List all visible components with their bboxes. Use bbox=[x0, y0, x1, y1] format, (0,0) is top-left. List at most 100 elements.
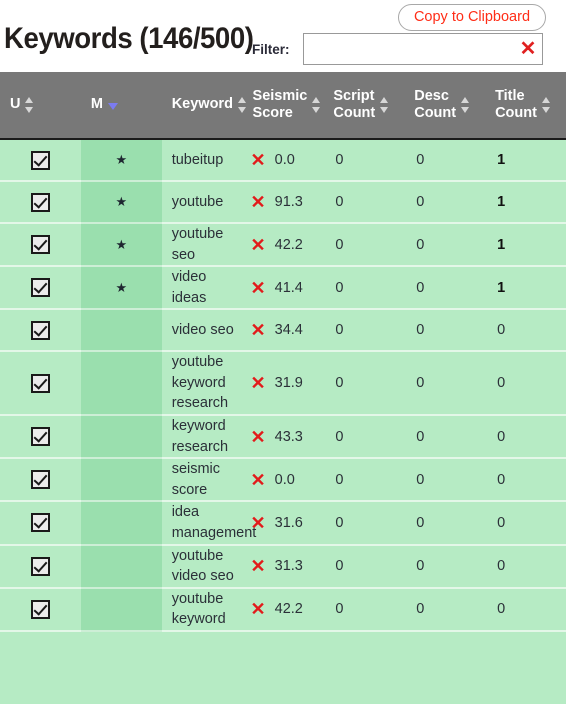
table-row: video seo ✕ 34.4 0 0 0 bbox=[0, 309, 566, 353]
column-header-keyword[interactable]: Keyword bbox=[161, 72, 246, 139]
column-header-m[interactable]: M bbox=[80, 72, 162, 139]
row-seismic-score-cell: ✕ 0.0 bbox=[242, 458, 324, 503]
row-marked-cell[interactable]: ★ bbox=[80, 139, 162, 182]
copy-to-clipboard-button[interactable]: Copy to Clipboard bbox=[398, 4, 546, 31]
delete-keyword-icon[interactable]: ✕ bbox=[251, 321, 266, 339]
star-icon[interactable]: ★ bbox=[115, 237, 127, 252]
row-desc-count-cell: 0 bbox=[404, 351, 486, 417]
column-header-desc-count-label: Desc Count bbox=[414, 87, 457, 121]
table-row: keyword research ✕ 43.3 0 0 0 bbox=[0, 415, 566, 460]
checkbox-checked-icon[interactable] bbox=[30, 320, 50, 340]
sort-both-icon[interactable] bbox=[25, 96, 34, 114]
seismic-score-value: 31.3 bbox=[274, 558, 303, 575]
row-seismic-score-cell: ✕ 91.3 bbox=[242, 181, 324, 224]
row-used-cell bbox=[0, 351, 81, 417]
row-marked-cell[interactable] bbox=[80, 415, 162, 460]
row-seismic-score-cell: ✕ 43.3 bbox=[242, 415, 324, 460]
delete-keyword-icon[interactable]: ✕ bbox=[251, 236, 266, 254]
delete-keyword-icon[interactable]: ✕ bbox=[251, 514, 266, 532]
column-header-u-label: U bbox=[10, 96, 21, 113]
star-icon[interactable]: ★ bbox=[115, 280, 127, 295]
row-keyword-cell: youtube seo bbox=[161, 223, 243, 268]
row-seismic-score-cell: ✕ 41.4 bbox=[242, 266, 324, 311]
row-marked-cell[interactable]: ★ bbox=[80, 266, 162, 311]
column-header-u[interactable]: U bbox=[0, 72, 81, 139]
row-keyword-cell: youtube keyword research bbox=[161, 351, 243, 417]
star-icon[interactable]: ★ bbox=[115, 194, 127, 209]
column-header-seismic-score-label: Seismic Score bbox=[252, 87, 308, 121]
delete-keyword-icon[interactable]: ✕ bbox=[251, 600, 266, 618]
filter-input[interactable] bbox=[303, 33, 543, 65]
column-header-m-label: M bbox=[90, 96, 103, 113]
checkbox-checked-icon[interactable] bbox=[30, 556, 50, 576]
column-header-title-count[interactable]: Title Count bbox=[485, 72, 566, 139]
checkbox-checked-icon[interactable] bbox=[30, 599, 50, 619]
sort-descending-icon[interactable] bbox=[107, 102, 118, 110]
checkbox-checked-icon[interactable] bbox=[30, 470, 50, 490]
row-script-count-cell: 0 bbox=[323, 309, 405, 353]
row-title-count-cell: 0 bbox=[485, 501, 566, 546]
delete-keyword-icon[interactable]: ✕ bbox=[251, 557, 266, 575]
seismic-score-value: 34.4 bbox=[274, 322, 303, 339]
row-desc-count-cell: 0 bbox=[404, 458, 486, 503]
row-title-count-cell: 0 bbox=[485, 544, 566, 589]
delete-keyword-icon[interactable]: ✕ bbox=[251, 279, 266, 297]
sort-both-icon[interactable] bbox=[380, 96, 389, 114]
sort-both-icon[interactable] bbox=[461, 96, 470, 114]
row-desc-count-cell: 0 bbox=[404, 415, 486, 460]
row-keyword-cell: tubeitup bbox=[161, 139, 243, 182]
seismic-score-value: 31.9 bbox=[274, 375, 303, 392]
row-title-count-cell: 0 bbox=[485, 351, 566, 417]
column-header-desc-count[interactable]: Desc Count bbox=[404, 72, 486, 139]
checkbox-checked-icon[interactable] bbox=[30, 513, 50, 533]
delete-keyword-icon[interactable]: ✕ bbox=[251, 151, 266, 169]
row-script-count-cell: 0 bbox=[323, 415, 405, 460]
column-header-script-count[interactable]: Script Count bbox=[323, 72, 405, 139]
sort-both-icon[interactable] bbox=[541, 96, 551, 114]
checkbox-checked-icon[interactable] bbox=[30, 373, 50, 393]
row-title-count-cell: 1 bbox=[485, 139, 566, 182]
delete-keyword-icon[interactable]: ✕ bbox=[251, 193, 266, 211]
row-title-count-cell: 0 bbox=[485, 458, 566, 503]
column-header-title-count-label: Title Count bbox=[495, 87, 537, 121]
row-used-cell bbox=[0, 223, 81, 268]
row-marked-cell[interactable] bbox=[80, 309, 162, 353]
row-marked-cell[interactable] bbox=[80, 544, 162, 589]
seismic-score-value: 42.2 bbox=[274, 601, 303, 618]
column-header-seismic-score[interactable]: Seismic Score bbox=[242, 72, 324, 139]
row-seismic-score-cell: ✕ 42.2 bbox=[242, 587, 324, 632]
row-script-count-cell: 0 bbox=[323, 458, 405, 503]
checkbox-checked-icon[interactable] bbox=[30, 235, 50, 255]
delete-keyword-icon[interactable]: ✕ bbox=[251, 374, 266, 392]
row-title-count-cell: 1 bbox=[485, 181, 566, 224]
row-marked-cell[interactable] bbox=[80, 587, 162, 632]
row-keyword-cell: youtube video seo bbox=[161, 544, 243, 589]
star-icon[interactable]: ★ bbox=[115, 152, 127, 167]
keywords-table: U M Keyword Seismic Score Script Count D… bbox=[0, 72, 566, 632]
table-row: youtube video seo ✕ 31.3 0 0 0 bbox=[0, 544, 566, 589]
sort-both-icon[interactable] bbox=[312, 96, 321, 114]
checkbox-checked-icon[interactable] bbox=[30, 150, 50, 170]
row-script-count-cell: 0 bbox=[323, 139, 405, 182]
page-toolbar: Copy to Clipboard Keywords (146/500) Fil… bbox=[0, 0, 571, 72]
checkbox-checked-icon[interactable] bbox=[30, 192, 50, 212]
row-marked-cell[interactable] bbox=[80, 351, 162, 417]
row-marked-cell[interactable] bbox=[80, 458, 162, 503]
row-used-cell bbox=[0, 266, 81, 311]
row-seismic-score-cell: ✕ 31.3 bbox=[242, 544, 324, 589]
page-title: Keywords (146/500) bbox=[4, 22, 254, 55]
row-marked-cell[interactable] bbox=[80, 501, 162, 546]
clear-filter-icon[interactable]: ✕ bbox=[516, 37, 540, 61]
table-right-gutter bbox=[566, 72, 571, 704]
table-row: youtube keyword research ✕ 31.9 0 0 0 bbox=[0, 351, 566, 417]
checkbox-checked-icon[interactable] bbox=[30, 427, 50, 447]
row-used-cell bbox=[0, 501, 81, 546]
delete-keyword-icon[interactable]: ✕ bbox=[251, 428, 266, 446]
sort-both-icon[interactable] bbox=[237, 96, 247, 114]
delete-keyword-icon[interactable]: ✕ bbox=[251, 471, 266, 489]
row-marked-cell[interactable]: ★ bbox=[80, 223, 162, 268]
row-marked-cell[interactable]: ★ bbox=[80, 181, 162, 224]
checkbox-checked-icon[interactable] bbox=[30, 278, 50, 298]
row-seismic-score-cell: ✕ 42.2 bbox=[242, 223, 324, 268]
row-desc-count-cell: 0 bbox=[404, 501, 486, 546]
